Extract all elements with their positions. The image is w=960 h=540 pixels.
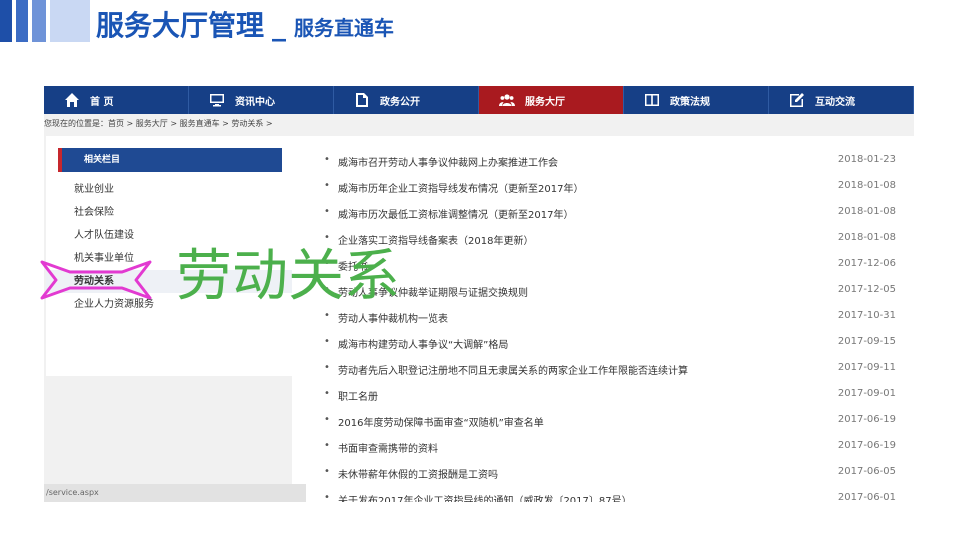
bullet-icon: • [324,414,330,425]
news-date: 2017-06-19 [837,440,896,451]
bullet-icon: • [324,466,330,477]
news-date: 2017-09-01 [837,388,896,399]
news-title-link[interactable]: 2016年度劳动保障书面审查“双随机”审查名单 [338,414,544,429]
news-list: • 威海市召开劳动人事争议仲裁网上办案推进工作会 2018-01-23 • 威海市历年… [292,136,914,502]
nav-item-label: 服务大厅 [525,96,565,108]
list-item[interactable]: • 2016年度劳动保障书面审查“双随机”审查名单 2017-06-19 [292,408,914,434]
book-icon [645,94,659,106]
list-item[interactable]: • 威海市历次最低工资标准调整情况（更新至2017年） 2018-01-08 [292,200,914,226]
list-item[interactable]: • 劳动者先后入职登记注册地不同且无隶属关系的两家企业工作年限能否连续计算 2017… [292,356,914,382]
slide-header: 服务大厅管理 _ 服务直通车 [0,0,960,48]
list-item[interactable]: • 未休带薪年休假的工资报酬是工资吗 2017-06-05 [292,460,914,486]
list-item[interactable]: • 威海市历年企业工资指导线发布情况（更新至2017年） 2018-01-08 [292,174,914,200]
sidebar-item-employment[interactable]: 就业创业 [46,178,294,201]
news-date: 2017-12-06 [837,258,896,269]
slide-title: 服务大厅管理 _ 服务直通车 [96,4,394,44]
news-title-link[interactable]: 威海市历次最低工资标准调整情况（更新至2017年） [338,206,573,221]
sidebar-heading: 相关栏目 [58,148,282,172]
list-item[interactable]: • 关于发布2017年企业工资指导线的通知（威政发〔2017〕87号） 2017-0… [292,486,914,502]
slide-title-main: 服务大厅管理 [96,9,265,42]
nav-item-policy[interactable]: 政策法规 [624,86,769,114]
news-date: 2018-01-08 [837,232,896,243]
overlay-label: 劳动关系 [176,244,400,309]
nav-item-label: 首 页 [90,96,114,108]
status-bar: /service.aspx [44,484,306,502]
news-date: 2018-01-08 [837,180,896,191]
bullet-icon: • [324,336,330,347]
nav-item-label: 资讯中心 [235,96,275,108]
list-item[interactable]: • 书面审查需携带的资料 2017-06-19 [292,434,914,460]
nav-item-label: 政策法规 [670,96,710,108]
bullet-icon: • [324,180,330,191]
star-highlight-icon [40,260,152,300]
news-title-link[interactable]: 关于发布2017年企业工资指导线的通知（威政发〔2017〕87号） [338,492,632,502]
breadcrumb: 您现在的位置是：首页 > 服务大厅 > 服务直通车 > 劳动关系 > [44,119,273,128]
news-date: 2017-10-31 [837,310,896,321]
bullet-icon: • [324,492,330,502]
nav-item-news-center[interactable]: 资讯中心 [189,86,334,114]
main-nav: 首 页 资讯中心 政务公开 服务大厅 政策法规 互动交流 [44,86,914,114]
news-date: 2017-06-05 [837,466,896,477]
news-title-link[interactable]: 书面审查需携带的资料 [338,440,438,455]
news-date: 2017-06-01 [837,492,896,502]
nav-item-label: 政务公开 [380,96,420,108]
nav-item-interaction[interactable]: 互动交流 [769,86,914,114]
news-date: 2017-09-15 [837,336,896,347]
news-date: 2017-09-11 [837,362,896,373]
slide-title-separator: _ [272,9,287,42]
document-icon [356,93,368,107]
bullet-icon: • [324,206,330,217]
edit-icon [790,93,804,107]
website-screenshot: 首 页 资讯中心 政务公开 服务大厅 政策法规 互动交流 您现在的位置是：首页 … [44,86,914,502]
bullet-icon: • [324,362,330,373]
news-title-link[interactable]: 职工名册 [338,388,378,403]
news-title-link[interactable]: 未休带薪年休假的工资报酬是工资吗 [338,466,498,481]
decorative-bars [0,0,94,42]
users-icon [499,94,515,106]
nav-item-label: 互动交流 [815,96,855,108]
news-title-link[interactable]: 劳动者先后入职登记注册地不同且无隶属关系的两家企业工作年限能否连续计算 [338,362,688,377]
sidebar-item-social-insurance[interactable]: 社会保险 [46,201,294,224]
bullet-icon: • [324,388,330,399]
news-date: 2017-06-19 [837,414,896,425]
monitor-icon [210,94,224,107]
slide-title-subtitle: 服务直通车 [294,16,395,40]
news-title-link[interactable]: 威海市历年企业工资指导线发布情况（更新至2017年） [338,180,583,195]
list-item[interactable]: • 威海市召开劳动人事争议仲裁网上办案推进工作会 2018-01-23 [292,148,914,174]
nav-item-home[interactable]: 首 页 [44,86,189,114]
news-title-link[interactable]: 威海市召开劳动人事争议仲裁网上办案推进工作会 [338,154,558,169]
bullet-icon: • [324,154,330,165]
news-date: 2017-12-05 [837,284,896,295]
news-date: 2018-01-08 [837,206,896,217]
nav-item-service-hall[interactable]: 服务大厅 [479,86,624,114]
list-item[interactable]: • 职工名册 2017-09-01 [292,382,914,408]
list-item[interactable]: • 威海市构建劳动人事争议“大调解”格局 2017-09-15 [292,330,914,356]
news-title-link[interactable]: 威海市构建劳动人事争议“大调解”格局 [338,336,508,351]
news-title-link[interactable]: 劳动人事仲裁机构一览表 [338,310,448,325]
bullet-icon: • [324,440,330,451]
news-date: 2018-01-23 [837,154,896,165]
home-icon [65,93,79,107]
nav-item-gov-affairs[interactable]: 政务公开 [334,86,479,114]
